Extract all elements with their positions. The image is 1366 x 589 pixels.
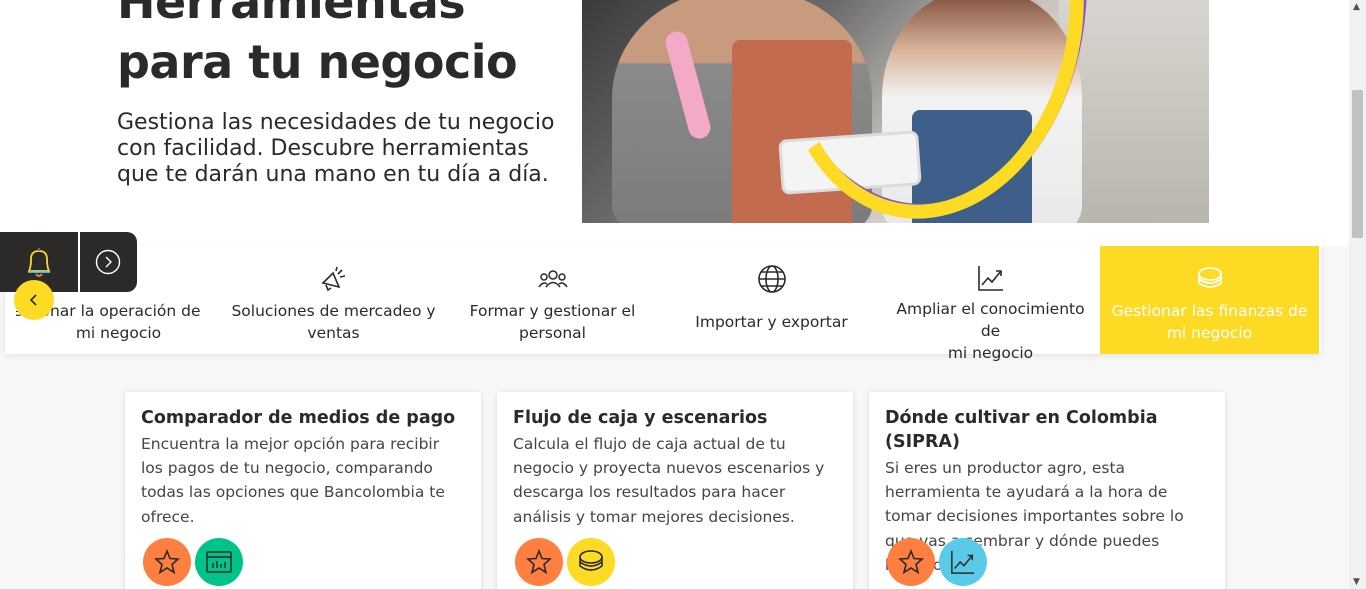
tab-label: Gestionar las finanzas de mi negocio [1111,302,1308,342]
card-description: Calcula el flujo de caja actual de tu ne… [513,435,825,526]
tabs-prev-button[interactable] [14,280,54,320]
tab-finanzas[interactable]: Gestionar las finanzas de mi negocio [1100,246,1319,354]
notification-widget [0,232,137,292]
chart-up-icon [976,264,1006,292]
tab-personal[interactable]: Formar y gestionar el personal [443,246,662,354]
card-icons [143,538,243,586]
star-icon [515,538,563,586]
scrollbar-thumb[interactable] [1352,90,1363,238]
star-icon [887,538,935,586]
scroll-up-arrow-icon[interactable]: ▲ [1353,2,1360,12]
tab-label: Soluciones de mercadeo y ventas [231,302,436,342]
chart-up-icon [939,538,987,586]
tab-conocimiento[interactable]: Ampliar el conocimiento de mi negocio [881,246,1100,362]
category-tabs: Gestionar la operación de mi negocio Sol… [5,246,1321,362]
hero-section: Herramientas para tu negocio Gestiona la… [0,0,1349,246]
hero-photo [582,0,1209,223]
dashboard-icon [195,538,243,586]
coins-icon [567,538,615,586]
tab-label: Ampliar el conocimiento de mi negocio [896,300,1085,362]
chevron-left-icon [29,294,37,306]
tab-label: Formar y gestionar el personal [469,302,636,342]
coins-icon [1195,264,1225,294]
card-title: Dónde cultivar en Colombia (SIPRA) [885,408,1158,452]
hero-description: Gestiona las necesidades de tu negocio c… [117,110,555,187]
megaphone-icon [319,264,349,294]
tab-importar[interactable]: Importar y exportar [662,246,881,354]
card-title: Comparador de medios de pago [141,408,456,428]
card-icons [515,538,615,586]
star-icon [143,538,191,586]
card-description: Encuentra la mejor opción para recibir l… [141,435,445,526]
globe-icon [757,264,787,294]
tool-card-comparador[interactable]: Comparador de medios de pago Encuentra l… [125,392,481,589]
card-title: Flujo de caja y escenarios [513,408,768,428]
tool-card-sipra[interactable]: Dónde cultivar en Colombia (SIPRA) Si er… [869,392,1225,589]
tab-mercadeo[interactable]: Soluciones de mercadeo y ventas [224,246,443,354]
next-notification-button[interactable] [80,232,135,292]
tab-label: Importar y exportar [695,313,848,331]
chevron-right-icon [95,249,120,275]
page-title: Herramientas para tu negocio [117,0,557,92]
people-icon [537,264,568,294]
card-icons [887,538,987,586]
page-scrollbar[interactable]: ▲ ▼ [1349,0,1366,589]
tool-card-flujo-caja[interactable]: Flujo de caja y escenarios Calcula el fl… [497,392,853,589]
title-line-2: para tu negocio [117,35,518,89]
title-line-1: Herramientas [117,0,466,29]
scroll-down-arrow-icon[interactable]: ▼ [1353,577,1360,587]
